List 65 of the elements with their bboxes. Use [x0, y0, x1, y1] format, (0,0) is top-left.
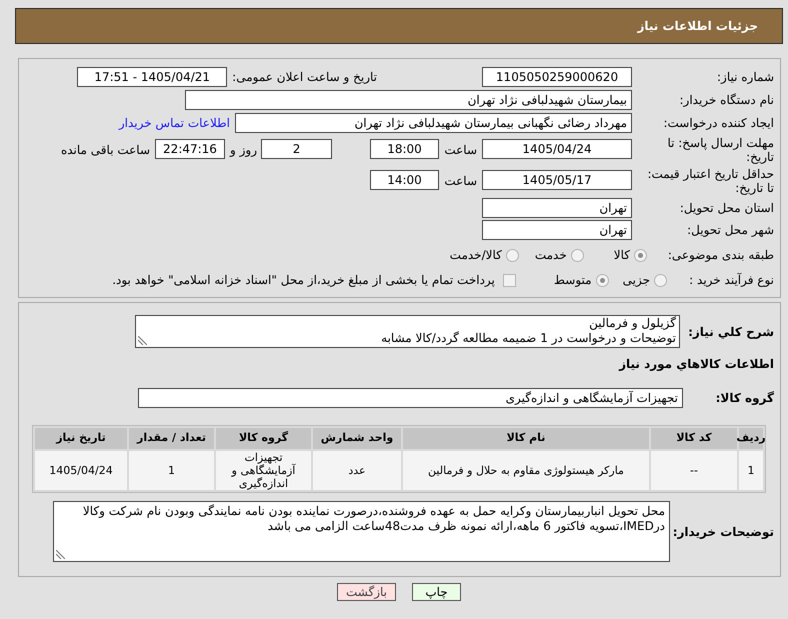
notes-textarea[interactable]: محل تحویل انباربیمارستان وکرایه حمل به عهده فروشنده،درصورت نماینده بودن نامه نمایندگی وبودن نام شرکت وکالا درIMED،تسویه فاکتور 6 ماهه،ارائه نمونه ظرف مدت48ساعت الزامی می باشد [53, 501, 670, 562]
radio-button[interactable] [596, 274, 609, 286]
date-field[interactable]: 1405/04/24 [482, 139, 632, 159]
resize-grip-icon[interactable] [56, 550, 65, 559]
field-label: نوع فرآیند خرید : [688, 272, 774, 289]
field-label: ایجاد کننده درخواست: [662, 115, 774, 132]
field-label: حداقل تاریخ اعتبار قیمت: تا تاریخ: [646, 167, 774, 195]
product-group-field[interactable]: تجهیزات آزمایشگاهی و اندازه‌گیری [138, 388, 683, 408]
date-field[interactable]: 1405/05/17 [482, 170, 632, 190]
radio-label: کالا/خدمت [450, 247, 502, 264]
back-button[interactable]: بازگشت [337, 583, 396, 601]
radio-label: کالا [614, 247, 630, 264]
field-label: توضیحات خریدار: [672, 524, 774, 540]
radio-button[interactable] [570, 248, 584, 262]
field-label: ساعت [443, 142, 477, 159]
field-label: ساعت [443, 173, 477, 190]
column-header: ردیف [739, 428, 763, 449]
field-label: ساعت باقی مانده [60, 142, 150, 159]
table-cell: عدد [313, 451, 401, 490]
field-label: تاریخ و ساعت اعلان عمومی: [232, 69, 377, 86]
field-label: روز و [230, 142, 257, 159]
field-label: استان محل تحویل: [678, 200, 774, 217]
field-label: طبقه بندی موضوعی: [666, 247, 774, 264]
table-cell: مارکر هیستولوژی مقاوم به حلال و فرمالین [403, 451, 649, 490]
checkbox-label: پرداخت تمام یا بخشی از مبلغ خرید،از محل "اسناد خزانه اسلامی" خواهد بود. [112, 272, 495, 289]
radio-button[interactable] [634, 248, 647, 262]
announce-date-field[interactable]: 1405/04/21 - 17:51 [77, 67, 228, 87]
column-header: تاریخ نیاز [35, 428, 127, 449]
page-title: جزئیات اطلاعات نیاز [637, 18, 758, 35]
table-cell: 1405/04/24 [35, 451, 127, 490]
field-label: شرح کلي نیاز: [687, 324, 774, 340]
radio-button[interactable] [654, 274, 667, 286]
field-label: گروه کالا: [714, 390, 774, 407]
column-header: کد کالا [651, 428, 737, 449]
summary-textarea[interactable]: گزیلول و فرمالین توضیحات و درخواست در 1 ضمیمه مطالعه گردد/کالا مشابه [135, 315, 680, 348]
column-header: گروه کالا [216, 428, 311, 449]
table-cell: -- [651, 451, 737, 490]
table-cell: 1 [739, 451, 763, 490]
field-label: شهر محل تحویل: [686, 222, 774, 239]
radio-label: متوسط [554, 272, 592, 289]
column-header: واحد شمارش [313, 428, 401, 449]
resize-grip-icon[interactable] [138, 336, 147, 345]
remaining-time-field[interactable]: 22:47:16 [155, 139, 225, 159]
column-header: تعداد / مقدار [129, 428, 214, 449]
field-label: نام دستگاه خریدار: [678, 92, 774, 109]
need-number-field[interactable]: 1105050259000620 [482, 67, 632, 87]
time-field[interactable]: 18:00 [370, 139, 439, 159]
radio-button[interactable] [506, 248, 519, 262]
print-button[interactable]: چاپ [412, 583, 461, 601]
city-field[interactable]: تهران [482, 220, 632, 240]
requester-field[interactable]: مهرداد رضائی نگهبانی بیمارستان شهیدلبافی نژاد تهران [235, 113, 632, 133]
province-field[interactable]: تهران [482, 198, 632, 218]
contact-link[interactable]: اطلاعات تماس خریدار [118, 114, 230, 132]
checkbox[interactable] [502, 274, 516, 286]
radio-label: خدمت [534, 247, 567, 264]
table-cell: تجهیزات آزمایشگاهی و اندازه‌گیری [216, 451, 311, 490]
field-label: مهلت ارسال پاسخ: تا تاریخ: [666, 136, 774, 164]
field-label: شماره نیاز: [716, 69, 774, 86]
section-title: اطلاعات کالاهاي مورد نیاز [619, 356, 774, 371]
radio-label: جزیی [622, 272, 650, 289]
days-field[interactable]: 2 [261, 139, 332, 159]
buyer-org-field[interactable]: بیمارستان شهیدلبافی نژاد تهران [185, 90, 632, 110]
column-header: نام کالا [403, 428, 649, 449]
time-field[interactable]: 14:00 [370, 170, 439, 190]
table-cell: 1 [129, 451, 214, 490]
